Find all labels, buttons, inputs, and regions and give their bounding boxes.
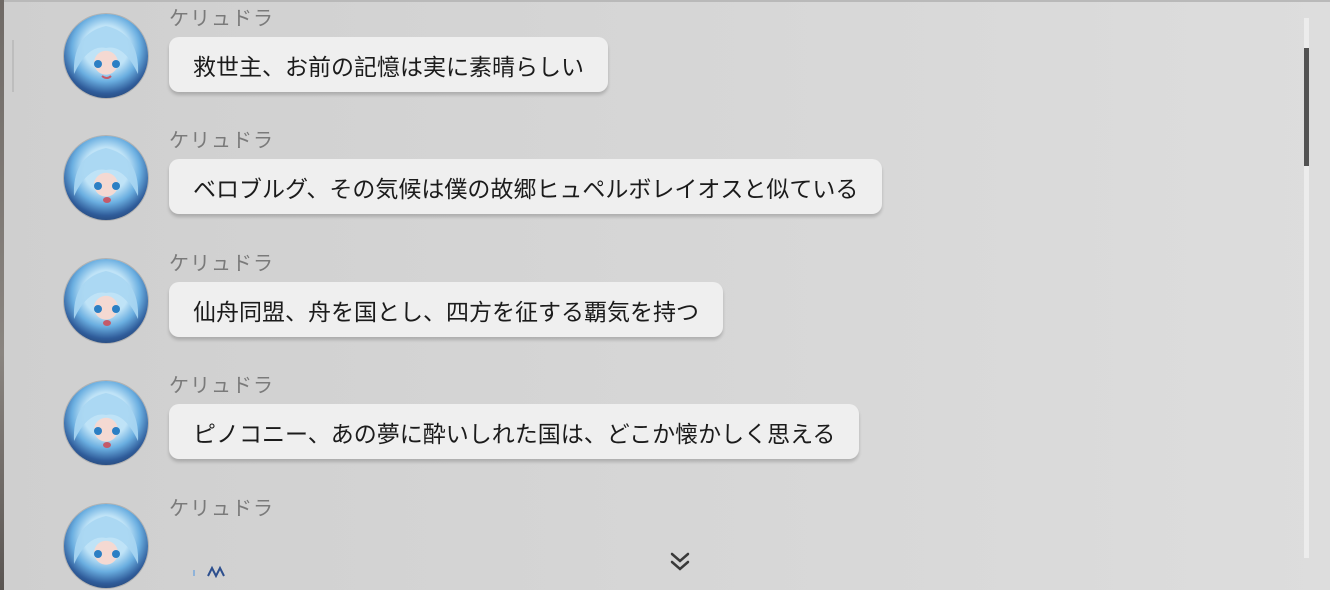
avatar-portrait (73, 26, 139, 79)
sender-name: ケリュドラ (169, 496, 274, 520)
chat-message: ケリュドラ 仙舟同盟、舟を国とし、四方を征する覇気を持つ (64, 245, 1284, 355)
avatar[interactable] (64, 136, 148, 220)
avatar-portrait (73, 271, 139, 326)
avatar-portrait (73, 516, 139, 564)
chat-log[interactable]: ケリュドラ 救世主、お前の記憶は実に素晴らしい ケリュドラ ベロブルグ、その気候… (0, 0, 1300, 590)
chat-message: ケリュドラ 救世主、お前の記憶は実に素晴らしい (64, 0, 1284, 110)
sender-name: ケリュドラ (169, 128, 274, 152)
avatar[interactable] (64, 259, 148, 343)
avatar-portrait (73, 148, 139, 203)
typing-indicator-icon (193, 565, 225, 578)
sender-name: ケリュドラ (169, 373, 274, 397)
sender-name: ケリュドラ (169, 251, 274, 275)
message-bubble: 救世主、お前の記憶は実に素晴らしい (169, 37, 608, 92)
double-chevron-down-icon (670, 552, 690, 571)
message-bubble: ベロブルグ、その気候は僕の故郷ヒュペルボレイオスと似ている (169, 159, 883, 214)
avatar[interactable] (64, 504, 148, 588)
message-bubble: 仙舟同盟、舟を国とし、四方を征する覇気を持つ (169, 282, 723, 337)
chat-message: ケリュドラ ピノコニー、あの夢に酔いしれた国は、どこか懐かしく思える (64, 367, 1284, 477)
avatar[interactable] (64, 14, 148, 98)
avatar[interactable] (64, 381, 148, 465)
chat-message: ケリュドラ ベロブルグ、その気候は僕の故郷ヒュペルボレイオスと似ている (64, 122, 1284, 232)
scroll-to-bottom-button[interactable] (668, 548, 692, 576)
sender-name: ケリュドラ (169, 6, 274, 30)
message-bubble: ピノコニー、あの夢に酔いしれた国は、どこか懐かしく思える (169, 404, 860, 459)
avatar-portrait (73, 393, 139, 448)
scrollbar-thumb[interactable] (1304, 48, 1309, 166)
